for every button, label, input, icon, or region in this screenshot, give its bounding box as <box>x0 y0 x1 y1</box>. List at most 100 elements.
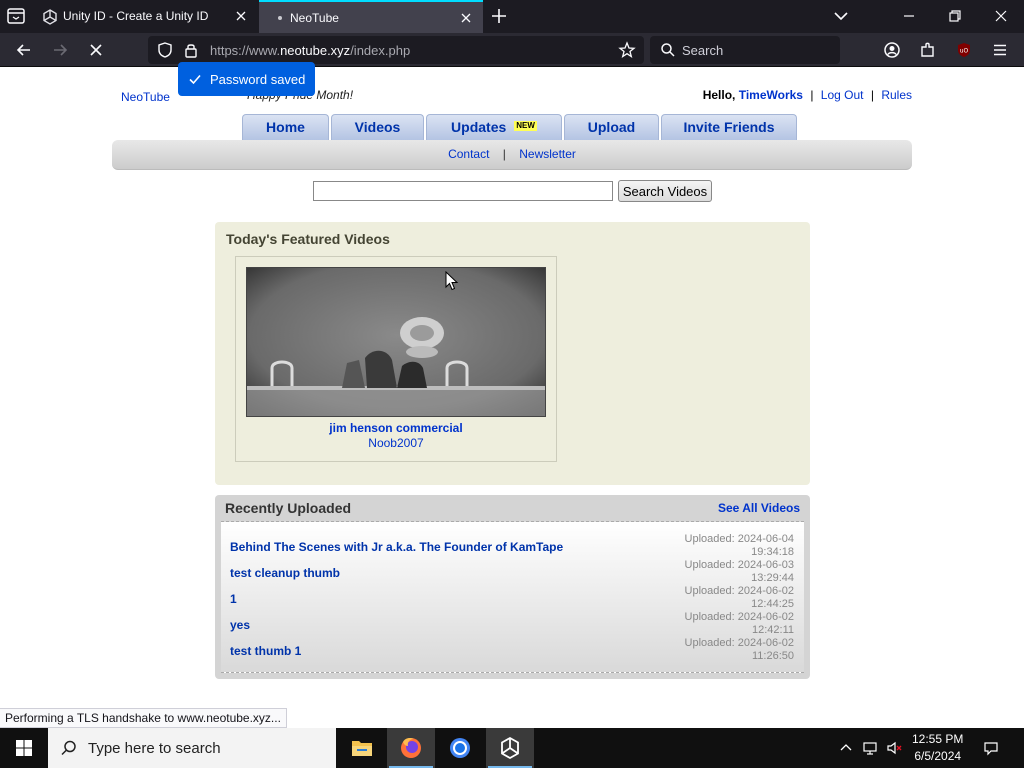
recent-list: Behind The Scenes with Jr a.k.a. The Fou… <box>221 521 804 673</box>
forward-icon[interactable] <box>50 40 70 60</box>
list-all-tabs-icon[interactable] <box>830 6 852 26</box>
video-link[interactable]: test cleanup thumb <box>230 566 340 580</box>
tab-label: NeoTube <box>290 11 339 25</box>
minimize-icon[interactable] <box>898 6 920 26</box>
greeting: Hello, <box>702 88 736 102</box>
separator: | <box>870 88 874 102</box>
nav-upload[interactable]: Upload <box>564 114 659 140</box>
address-bar[interactable]: https://www.neotube.xyz/index.php <box>148 36 644 64</box>
search-icon <box>661 43 675 57</box>
rules-link[interactable]: Rules <box>881 88 912 102</box>
close-tab-icon[interactable] <box>234 9 248 23</box>
bookmark-star-icon[interactable] <box>618 41 636 59</box>
logout-link[interactable]: Log Out <box>821 88 864 102</box>
browser-toolbar: https://www.neotube.xyz/index.php Search… <box>0 33 1024 67</box>
stop-loading-icon[interactable] <box>86 40 106 60</box>
upload-meta: Uploaded: 2024-06-04 19:34:18 <box>684 533 794 558</box>
checkmark-icon <box>189 74 201 85</box>
nav-label: Home <box>266 119 305 135</box>
newsletter-link[interactable]: Newsletter <box>519 147 576 161</box>
back-icon[interactable] <box>14 40 34 60</box>
tab-neotube[interactable]: NeoTube <box>259 0 483 33</box>
windows-start-icon[interactable] <box>0 728 48 768</box>
video-search-input[interactable] <box>313 181 613 201</box>
network-icon[interactable] <box>862 740 878 756</box>
lock-icon[interactable] <box>182 41 200 59</box>
taskbar-search-box[interactable]: Type here to search <box>48 728 336 768</box>
main-nav: Home Videos Updates NEW Upload Invite Fri… <box>0 114 1024 140</box>
recently-uploaded-panel: Recently Uploaded See All Videos Behind … <box>215 495 810 679</box>
clock-date: 6/5/2024 <box>914 749 962 763</box>
list-item: 1 Uploaded: 2024-06-02 12:44:25 <box>221 585 804 612</box>
upload-meta: Uploaded: 2024-06-02 11:26:50 <box>684 637 794 662</box>
toast-text: Password saved <box>210 72 306 87</box>
nav-home[interactable]: Home <box>242 114 329 140</box>
browser-tab-bar: Unity ID - Create a Unity ID NeoTube <box>0 0 1024 33</box>
featured-video-card: jim henson commercial Noob2007 <box>235 256 557 462</box>
search-placeholder: Search <box>682 43 724 58</box>
new-badge: NEW <box>514 121 537 131</box>
list-item: Behind The Scenes with Jr a.k.a. The Fou… <box>221 533 804 560</box>
featured-title: Today's Featured Videos <box>226 231 390 247</box>
video-link[interactable]: 1 <box>230 592 237 606</box>
search-icon <box>61 740 76 756</box>
chevron-up-icon[interactable] <box>838 740 854 756</box>
see-all-videos-link[interactable]: See All Videos <box>718 501 800 515</box>
site-logo[interactable]: NeoTube <box>121 90 170 104</box>
featured-video-user[interactable]: Noob2007 <box>236 436 556 450</box>
password-saved-toast: Password saved <box>178 62 315 96</box>
upload-meta: Uploaded: 2024-06-02 12:44:25 <box>684 585 794 610</box>
system-clock[interactable]: 12:55 PM 6/5/2024 <box>912 731 963 765</box>
upload-meta: Uploaded: 2024-06-02 12:42:11 <box>684 611 794 636</box>
list-item: test cleanup thumb Uploaded: 2024-06-03 1… <box>221 559 804 586</box>
nav-label: Updates <box>451 119 507 135</box>
contact-link[interactable]: Contact <box>448 147 489 161</box>
shield-icon[interactable] <box>156 41 174 59</box>
featured-video-title[interactable]: jim henson commercial <box>236 421 556 435</box>
video-thumbnail[interactable] <box>246 267 546 417</box>
nav-label: Invite Friends <box>683 119 775 135</box>
volume-muted-icon[interactable] <box>886 740 902 756</box>
tab-list-icon[interactable] <box>5 6 27 26</box>
unity-icon[interactable] <box>486 728 534 768</box>
tab-unity-id[interactable]: Unity ID - Create a Unity ID <box>32 0 258 33</box>
tab-label: Unity ID - Create a Unity ID <box>63 9 209 23</box>
video-link[interactable]: test thumb 1 <box>230 644 301 658</box>
list-item: test thumb 1 Uploaded: 2024-06-02 11:26:5… <box>221 637 804 664</box>
mouse-cursor-icon <box>445 271 459 291</box>
restore-icon[interactable] <box>944 6 966 26</box>
ublock-origin-icon[interactable]: uO <box>954 40 974 60</box>
recent-title: Recently Uploaded <box>225 500 352 516</box>
nav-invite-friends[interactable]: Invite Friends <box>661 114 797 140</box>
windows-taskbar: Type here to search 12:55 PM 6/5/2024 <box>0 728 1024 768</box>
new-tab-icon[interactable] <box>490 7 508 25</box>
firefox-icon[interactable] <box>387 728 435 768</box>
separator: | <box>502 147 506 161</box>
sub-nav: Contact | Newsletter <box>112 140 912 170</box>
username-link[interactable]: TimeWorks <box>739 88 803 102</box>
nav-label: Upload <box>587 119 636 135</box>
search-videos-button[interactable]: Search Videos <box>618 180 712 202</box>
video-link[interactable]: Behind The Scenes with Jr a.k.a. The Fou… <box>230 540 563 554</box>
close-tab-icon[interactable] <box>459 11 473 25</box>
nav-updates[interactable]: Updates NEW <box>426 114 562 140</box>
nav-label: Videos <box>354 119 401 135</box>
list-item: yes Uploaded: 2024-06-02 12:42:11 <box>221 611 804 638</box>
file-explorer-icon[interactable] <box>338 728 386 768</box>
upload-meta: Uploaded: 2024-06-03 13:29:44 <box>684 559 794 584</box>
user-bar: Hello, TimeWorks | Log Out | Rules <box>703 88 912 102</box>
video-link[interactable]: yes <box>230 618 250 632</box>
close-window-icon[interactable] <box>990 6 1012 26</box>
chrome-icon[interactable] <box>436 728 484 768</box>
browser-status-bar: Performing a TLS handshake to www.neotub… <box>0 708 287 728</box>
account-icon[interactable] <box>882 40 902 60</box>
menu-icon[interactable] <box>990 40 1010 60</box>
loading-dot-icon <box>278 16 282 20</box>
featured-videos-panel: Today's Featured Videos jim henson comme… <box>215 222 810 485</box>
thumbnail-image <box>247 268 545 416</box>
nav-videos[interactable]: Videos <box>331 114 424 140</box>
unity-icon <box>43 9 57 25</box>
notifications-icon[interactable] <box>983 740 999 756</box>
extensions-icon[interactable] <box>918 40 938 60</box>
browser-search-box[interactable]: Search <box>650 36 840 64</box>
